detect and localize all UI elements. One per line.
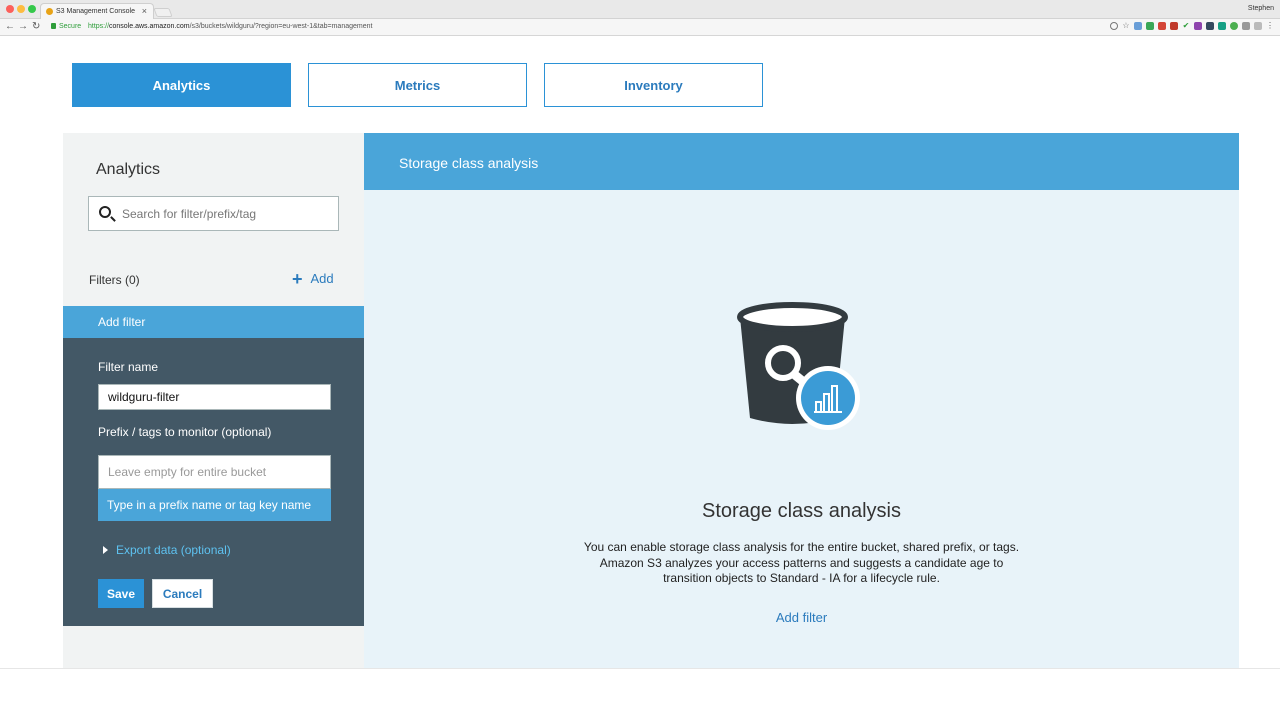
bucket-analytics-icon [737,302,860,430]
forward-icon[interactable]: → [18,21,28,33]
tab-inventory[interactable]: Inventory [544,63,763,107]
close-window-icon[interactable] [6,5,14,13]
browser-tab-title: S3 Management Console [56,8,135,15]
plus-icon: + [292,268,303,289]
save-button[interactable]: Save [98,579,144,608]
maximize-window-icon[interactable] [28,5,36,13]
check-icon[interactable]: ✔ [1182,22,1190,30]
tab-metrics[interactable]: Metrics [308,63,527,107]
minimize-window-icon[interactable] [17,5,25,13]
export-data-toggle[interactable]: Export data (optional) [103,543,231,557]
extension-icon[interactable] [1194,22,1202,30]
extension-icon[interactable] [1134,22,1142,30]
storage-class-analysis-header: Storage class analysis [364,133,1239,190]
mail-icon[interactable] [1158,22,1166,30]
browser-tab[interactable]: S3 Management Console × [40,3,154,19]
caret-right-icon [103,546,108,554]
tab-analytics[interactable]: Analytics [72,63,291,107]
search-input[interactable] [122,204,332,224]
aws-favicon-icon [46,8,53,15]
add-filter-button[interactable]: + Add [292,268,334,289]
url-scheme: https:// [88,23,110,30]
extension-icons: ☆ ✔ ⋮ [1110,22,1274,30]
prefix-suggestion[interactable]: Type in a prefix name or tag key name [98,489,331,521]
filter-name-label: Filter name [98,360,159,374]
back-icon[interactable]: ← [5,21,15,33]
reload-icon[interactable]: ↻ [32,21,40,33]
filters-count: Filters (0) [89,273,140,287]
filter-search[interactable] [88,196,339,231]
star-icon[interactable]: ☆ [1122,22,1130,30]
address-bar[interactable]: https://console.aws.amazon.com/s3/bucket… [88,23,372,30]
export-data-label: Export data (optional) [116,543,231,557]
browser-toolbar: ← → ↻ Secure https://console.aws.amazon.… [0,19,1280,36]
filter-name-input[interactable] [98,384,331,410]
cancel-button[interactable]: Cancel [152,579,213,608]
add-filter-link[interactable]: Add filter [364,610,1239,625]
browser-titlebar: S3 Management Console × Stephen [0,0,1280,19]
close-tab-icon[interactable]: × [142,6,147,16]
extension-icon[interactable] [1206,22,1214,30]
storage-class-analysis-title: Storage class analysis [702,500,901,522]
add-filter-label: Add [310,271,334,286]
extension-icon[interactable] [1254,22,1262,30]
extension-icon[interactable] [1242,22,1250,30]
prefix-label: Prefix / tags to monitor (optional) [98,425,272,439]
extension-icon[interactable] [1170,22,1178,30]
sidebar-title: Analytics [96,161,161,178]
extension-icon[interactable] [1146,22,1154,30]
url-path: /s3/buckets/wildguru/?region=eu-west-1&t… [189,23,373,30]
browser-user-name[interactable]: Stephen [1248,5,1274,12]
page-footer-area [0,668,1280,720]
extension-icon[interactable] [1218,22,1226,30]
add-filter-header: Add filter [63,306,364,338]
storage-class-analysis-description: You can enable storage class analysis fo… [583,540,1020,585]
lock-icon [51,23,56,29]
url-host: console.aws.amazon.com [109,23,190,30]
extension-icon[interactable] [1230,22,1238,30]
secure-label: Secure [59,23,82,30]
prefix-input[interactable] [98,455,331,489]
search-icon [99,206,111,218]
new-tab-button[interactable] [153,8,173,17]
menu-icon[interactable]: ⋮ [1266,22,1274,30]
zoom-icon[interactable] [1110,22,1118,30]
